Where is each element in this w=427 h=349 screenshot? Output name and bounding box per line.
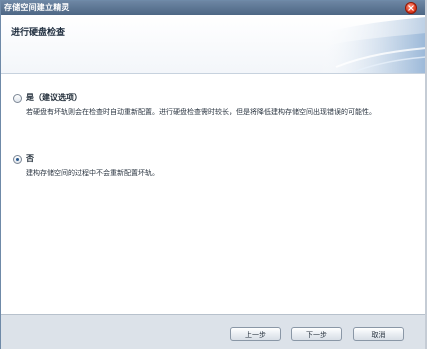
- close-icon: [408, 5, 414, 11]
- cancel-button[interactable]: 取消: [353, 327, 404, 341]
- previous-button[interactable]: 上一步: [230, 327, 281, 341]
- wizard-window: 存储空间建立精灵 进行硬盘检查 是（建议选项） 若硬盘有坏轨则会在检查时自动重新…: [0, 0, 427, 349]
- wizard-header: 进行硬盘检查: [1, 15, 426, 74]
- close-button[interactable]: [405, 2, 417, 14]
- option-no-radio[interactable]: [13, 155, 22, 164]
- title-bar: 存储空间建立精灵: [1, 1, 426, 15]
- next-button[interactable]: 下一步: [291, 327, 342, 341]
- option-yes-radio[interactable]: [13, 94, 22, 103]
- window-title: 存储空间建立精灵: [4, 3, 70, 12]
- option-yes-description: 若硬盘有坏轨则会在检查时自动重新配置。进行硬盘检查需时较长，但是将降低建构存储空…: [26, 108, 376, 116]
- wizard-footer: 上一步 下一步 取消: [1, 314, 426, 349]
- header-decoration-graphic: [316, 17, 426, 73]
- option-no-label: 否: [26, 154, 34, 163]
- option-yes-label: 是（建议选项）: [26, 93, 82, 102]
- wizard-content: 是（建议选项） 若硬盘有坏轨则会在检查时自动重新配置。进行硬盘检查需时较长，但是…: [1, 74, 426, 314]
- option-yes[interactable]: 是（建议选项） 若硬盘有坏轨则会在检查时自动重新配置。进行硬盘检查需时较长，但是…: [13, 93, 421, 117]
- option-no[interactable]: 否 建构存储空间的过程中不会重新配置坏轨。: [13, 154, 421, 178]
- page-title: 进行硬盘检查: [11, 28, 66, 38]
- option-no-description: 建构存储空间的过程中不会重新配置坏轨。: [26, 169, 159, 177]
